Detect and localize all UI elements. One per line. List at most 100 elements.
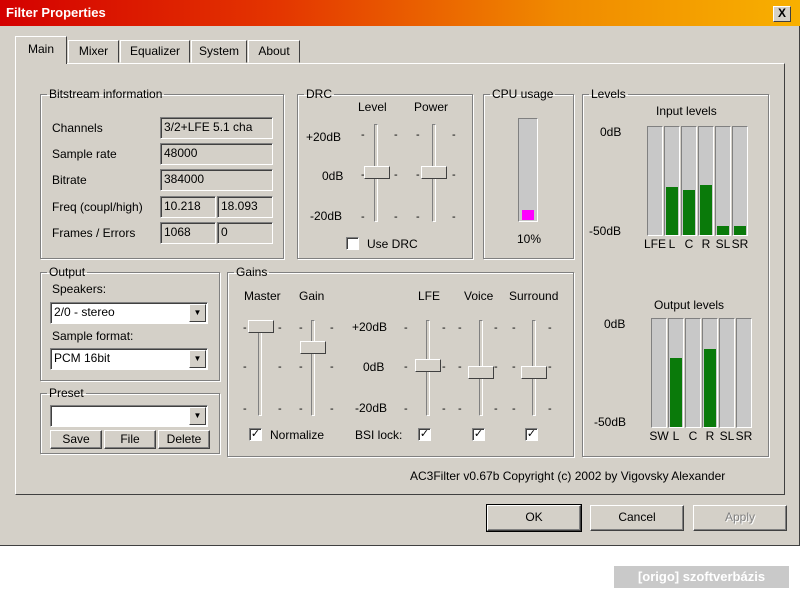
level-meter-r bbox=[698, 126, 714, 236]
normalize-label: Normalize bbox=[270, 428, 325, 442]
drc-power-slider[interactable] bbox=[421, 166, 447, 179]
speakers-select[interactable]: 2/0 - stereo ▼ bbox=[50, 302, 208, 324]
level-meter-sr bbox=[736, 318, 752, 428]
tab-mixer[interactable]: Mixer bbox=[68, 40, 119, 63]
input-top-label: 0dB bbox=[600, 125, 622, 139]
tick: - bbox=[299, 403, 303, 415]
level-channel-label: C bbox=[688, 429, 698, 443]
tick: - bbox=[299, 322, 303, 334]
gains-plus20-label: +20dB bbox=[352, 320, 388, 334]
tick: - bbox=[278, 361, 282, 373]
bitrate-field: 384000 bbox=[160, 169, 273, 191]
master-slider[interactable] bbox=[248, 320, 274, 333]
tick: - bbox=[404, 403, 408, 415]
lfe-slider[interactable] bbox=[415, 359, 441, 372]
level-meter-fill bbox=[704, 349, 716, 427]
tick: - bbox=[361, 211, 365, 223]
use-drc-label: Use DRC bbox=[367, 237, 418, 251]
window-title: Filter Properties bbox=[6, 5, 106, 20]
preset-delete-button[interactable]: Delete bbox=[158, 430, 210, 449]
tick: - bbox=[512, 403, 516, 415]
bsi-lock-voice-checkbox[interactable]: ✓ bbox=[472, 428, 485, 441]
level-meter-sl bbox=[715, 126, 731, 236]
output-legend: Output bbox=[49, 265, 86, 279]
gain-track bbox=[311, 320, 315, 416]
tick: - bbox=[548, 403, 552, 415]
level-channel-label: SL bbox=[715, 237, 731, 251]
tick: - bbox=[548, 361, 552, 373]
tick: - bbox=[361, 129, 365, 141]
tick: - bbox=[278, 322, 282, 334]
tick: - bbox=[512, 361, 516, 373]
tab-equalizer[interactable]: Equalizer bbox=[120, 40, 190, 63]
level-meter-c bbox=[681, 126, 697, 236]
cpu-meter bbox=[518, 118, 538, 222]
copyright-text: AC3Filter v0.67b Copyright (c) 2002 by V… bbox=[410, 469, 726, 483]
watermark: [origo] szoftverbázis bbox=[614, 566, 789, 588]
level-channel-label: R bbox=[705, 429, 715, 443]
ok-button[interactable]: OK bbox=[486, 504, 582, 532]
chevron-down-icon[interactable]: ▼ bbox=[189, 407, 206, 425]
frames-field: 1068 bbox=[160, 222, 216, 244]
sample-format-select[interactable]: PCM 16bit ▼ bbox=[50, 348, 208, 370]
drc-power-label: Power bbox=[414, 100, 449, 114]
drc-level-slider[interactable] bbox=[364, 166, 390, 179]
tick: - bbox=[452, 211, 456, 223]
level-channel-label: L bbox=[672, 429, 680, 443]
close-icon[interactable]: X bbox=[773, 6, 791, 22]
tick: - bbox=[416, 129, 420, 141]
gains-legend: Gains bbox=[236, 265, 268, 279]
level-meter-fill bbox=[717, 226, 729, 235]
level-meter-c bbox=[685, 318, 701, 428]
master-label: Master bbox=[244, 289, 281, 303]
tab-main[interactable]: Main bbox=[15, 36, 67, 64]
voice-slider[interactable] bbox=[468, 366, 494, 379]
tab-about[interactable]: About bbox=[248, 40, 300, 63]
gain-slider[interactable] bbox=[300, 341, 326, 354]
level-meter-fill bbox=[666, 187, 678, 235]
cpu-percent: 10% bbox=[517, 232, 542, 246]
surround-slider[interactable] bbox=[521, 366, 547, 379]
tick: - bbox=[452, 129, 456, 141]
apply-button[interactable]: Apply bbox=[693, 505, 787, 531]
freq-high-field: 18.093 bbox=[217, 196, 273, 218]
tick: - bbox=[458, 361, 462, 373]
freq-coupl-field: 10.218 bbox=[160, 196, 216, 218]
speakers-label: Speakers: bbox=[52, 282, 107, 296]
bsi-lock-surround-checkbox[interactable]: ✓ bbox=[525, 428, 538, 441]
voice-label: Voice bbox=[464, 289, 494, 303]
tick: - bbox=[416, 211, 420, 223]
chevron-down-icon[interactable]: ▼ bbox=[189, 350, 206, 368]
cpu-legend: CPU usage bbox=[492, 87, 554, 101]
level-channel-label: SL bbox=[719, 429, 735, 443]
tick: - bbox=[494, 403, 498, 415]
output-levels-title: Output levels bbox=[654, 298, 725, 312]
preset-file-button[interactable]: File bbox=[104, 430, 156, 449]
bsi-lock-lfe-checkbox[interactable]: ✓ bbox=[418, 428, 431, 441]
master-track bbox=[258, 320, 262, 416]
level-channel-label: SR bbox=[731, 237, 749, 251]
level-channel-label: SW bbox=[649, 429, 669, 443]
output-bottom-label: -50dB bbox=[594, 415, 627, 429]
bitstream-legend: Bitstream information bbox=[49, 87, 163, 101]
tick: - bbox=[442, 361, 446, 373]
title-bar[interactable]: Filter Properties X bbox=[0, 0, 800, 26]
channels-label: Channels bbox=[52, 121, 103, 135]
drc-minus20-label: -20dB bbox=[310, 209, 343, 223]
bitrate-label: Bitrate bbox=[52, 173, 87, 187]
tick: - bbox=[512, 322, 516, 334]
tab-system[interactable]: System bbox=[191, 40, 247, 63]
preset-save-button[interactable]: Save bbox=[50, 430, 102, 449]
tick: - bbox=[394, 129, 398, 141]
preset-select[interactable]: ▼ bbox=[50, 405, 208, 427]
use-drc-checkbox[interactable] bbox=[346, 237, 359, 250]
speakers-value: 2/0 - stereo bbox=[54, 305, 115, 319]
normalize-checkbox[interactable]: ✓ bbox=[249, 428, 262, 441]
drc-zero-label: 0dB bbox=[322, 169, 344, 183]
tick: - bbox=[416, 169, 420, 181]
chevron-down-icon[interactable]: ▼ bbox=[189, 304, 206, 322]
cancel-button[interactable]: Cancel bbox=[590, 505, 684, 531]
level-meter-l bbox=[668, 318, 684, 428]
tick: - bbox=[442, 322, 446, 334]
level-meter-sr bbox=[732, 126, 748, 236]
